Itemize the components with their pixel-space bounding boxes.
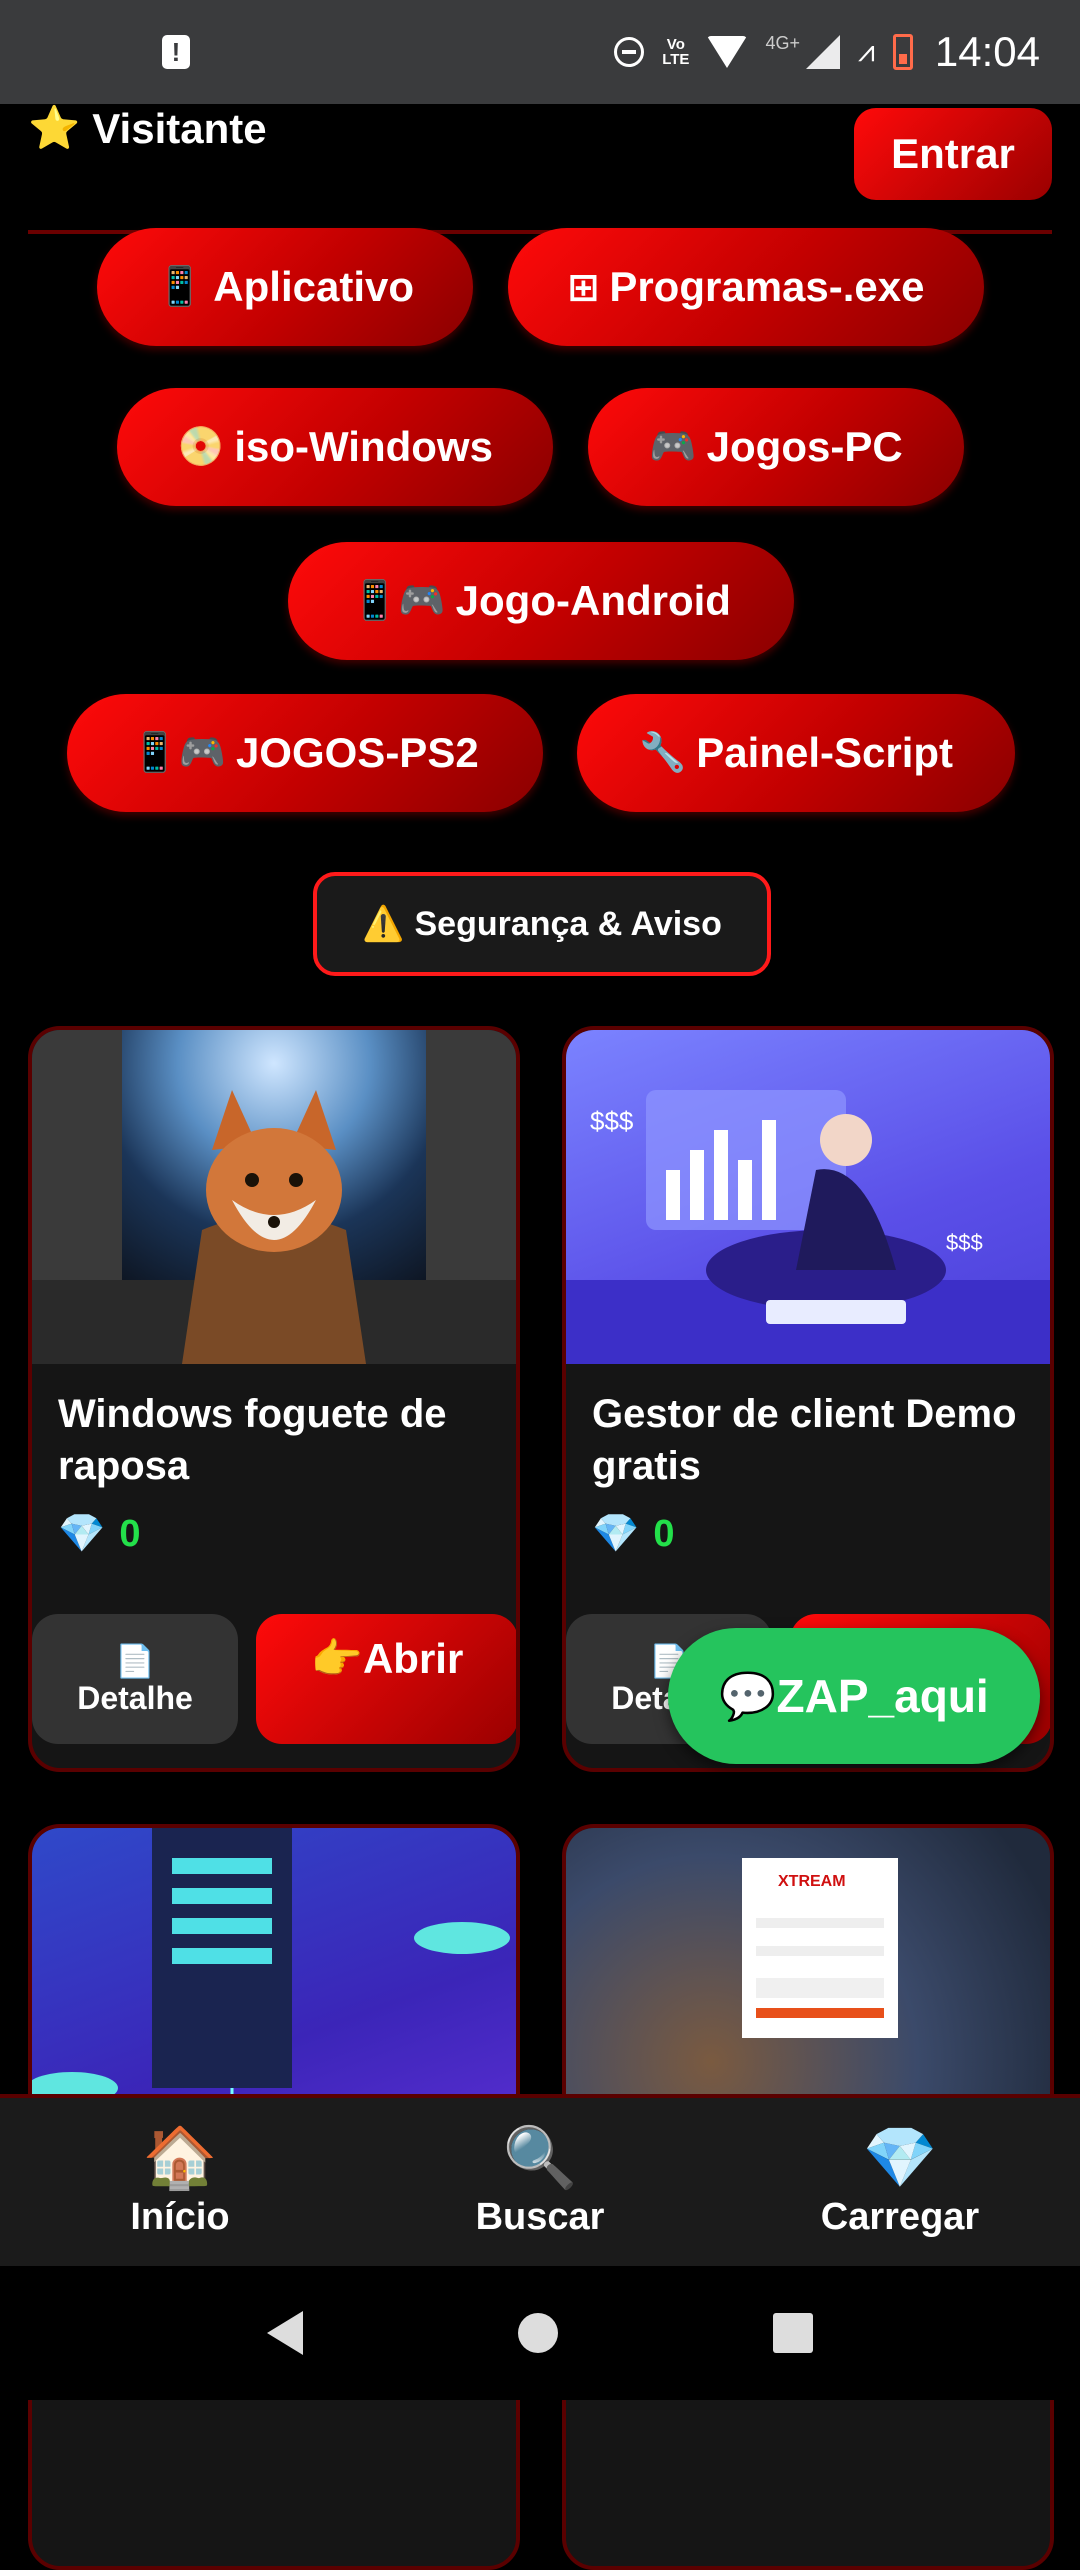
category-label: Programas-.exe [609, 263, 925, 310]
back-icon[interactable] [267, 2311, 304, 2355]
visitor-label: ⭐ Visitante [28, 104, 267, 153]
category-iso-windows[interactable]: 📀 iso-Windows [117, 388, 553, 506]
category-label: JOGOS-PS2 [235, 729, 479, 776]
phone-icon: 📱 [155, 266, 204, 308]
system-nav-bar [0, 2266, 1080, 2400]
recents-icon[interactable] [772, 2313, 813, 2353]
category-jogos-ps2[interactable]: 📱🎮 JOGOS-PS2 [67, 694, 543, 812]
category-label: Painel-Script [696, 729, 954, 776]
diamond-icon: 💎 [58, 1513, 106, 1555]
category-label: Jogos-PC [706, 423, 903, 470]
login-button[interactable]: Entrar [854, 108, 1052, 200]
disc-icon: 📀 [177, 426, 225, 468]
category-label: Jogo-Android [455, 577, 731, 624]
login-brand: XTREAM [778, 1873, 846, 1890]
diamond-icon: 💎 [862, 2123, 938, 2191]
clock: 14:04 [934, 28, 1040, 75]
notification-icon [162, 35, 190, 69]
volte-icon: Vo LTE [662, 36, 690, 68]
gamepad-icon: 🎮 [649, 426, 697, 468]
nav-item-inicio[interactable]: 🏠 Início [0, 2098, 360, 2266]
product-price: 💎 0 [58, 1512, 141, 1556]
category-aplicativo[interactable]: 📱 Aplicativo [97, 228, 473, 346]
diamond-icon: 💎 [592, 1513, 640, 1555]
home-icon: 🏠 [142, 2123, 218, 2191]
battery-icon [892, 34, 913, 70]
product-title: Gestor de client Demo gratis [592, 1392, 1017, 1488]
do-not-disturb-icon [614, 37, 645, 67]
category-jogo-android[interactable]: 📱🎮 Jogo-Android [288, 542, 794, 660]
phone-gamepad-icon: 📱🎮 [131, 732, 226, 774]
svg-text:$$$: $$$ [590, 1106, 634, 1136]
category-label: Aplicativo [213, 263, 415, 310]
search-icon: 🔍 [502, 2123, 578, 2191]
product-title: Windows foguete de raposa [58, 1392, 447, 1488]
nav-label: Buscar [475, 2195, 605, 2238]
category-painel-script[interactable]: 🔧 Painel-Script [577, 694, 1015, 812]
nav-item-carregar[interactable]: 💎 Carregar [720, 2098, 1080, 2266]
status-bar: VoLTE 4G+ ⩘ 14:04 [0, 0, 1080, 104]
bottom-nav: 🏠 Início 🔍 Buscar 💎 Carregar [0, 2094, 1080, 2266]
windows-icon: ⊞ [567, 266, 600, 309]
app-header: ⭐ Visitante Entrar [0, 104, 1080, 234]
product-image [32, 1030, 516, 1364]
nav-label: Carregar [820, 2195, 980, 2238]
wifi-icon [707, 36, 748, 68]
open-button[interactable]: 👉Abrir [256, 1614, 516, 1744]
product-image: $$$ $$$ [566, 1030, 1050, 1364]
whatsapp-button[interactable]: 💬ZAP_aqui [668, 1628, 1040, 1764]
category-label: iso-Windows [234, 423, 493, 470]
signal-icon [805, 35, 840, 69]
detail-button[interactable]: 📄 Detalhe [32, 1614, 238, 1744]
nav-item-buscar[interactable]: 🔍 Buscar [360, 2098, 720, 2266]
svg-text:$$$: $$$ [946, 1230, 983, 1255]
signal-roaming-icon: ⩘ [857, 35, 875, 68]
warning-label: Segurança & Aviso [414, 904, 722, 943]
wrench-icon: 🔧 [638, 732, 687, 774]
document-icon: 📄 [115, 1642, 155, 1679]
visitor-text: Visitante [92, 104, 267, 152]
category-programas[interactable]: ⊞ Programas-.exe [508, 228, 984, 346]
product-price: 💎 0 [592, 1512, 675, 1556]
product-card: Windows foguete de raposa 💎 0 📄 Detalhe … [28, 1026, 520, 1772]
home-button-icon[interactable] [517, 2313, 558, 2353]
category-jogos-pc[interactable]: 🎮 Jogos-PC [588, 388, 964, 506]
star-icon: ⭐ [28, 104, 81, 151]
network-type: 4G+ [765, 32, 800, 53]
phone-gamepad-icon: 📱🎮 [351, 580, 446, 622]
nav-label: Início [130, 2195, 230, 2238]
warning-icon: ⚠️ [362, 905, 405, 943]
security-warning-button[interactable]: ⚠️ Segurança & Aviso [313, 872, 771, 976]
